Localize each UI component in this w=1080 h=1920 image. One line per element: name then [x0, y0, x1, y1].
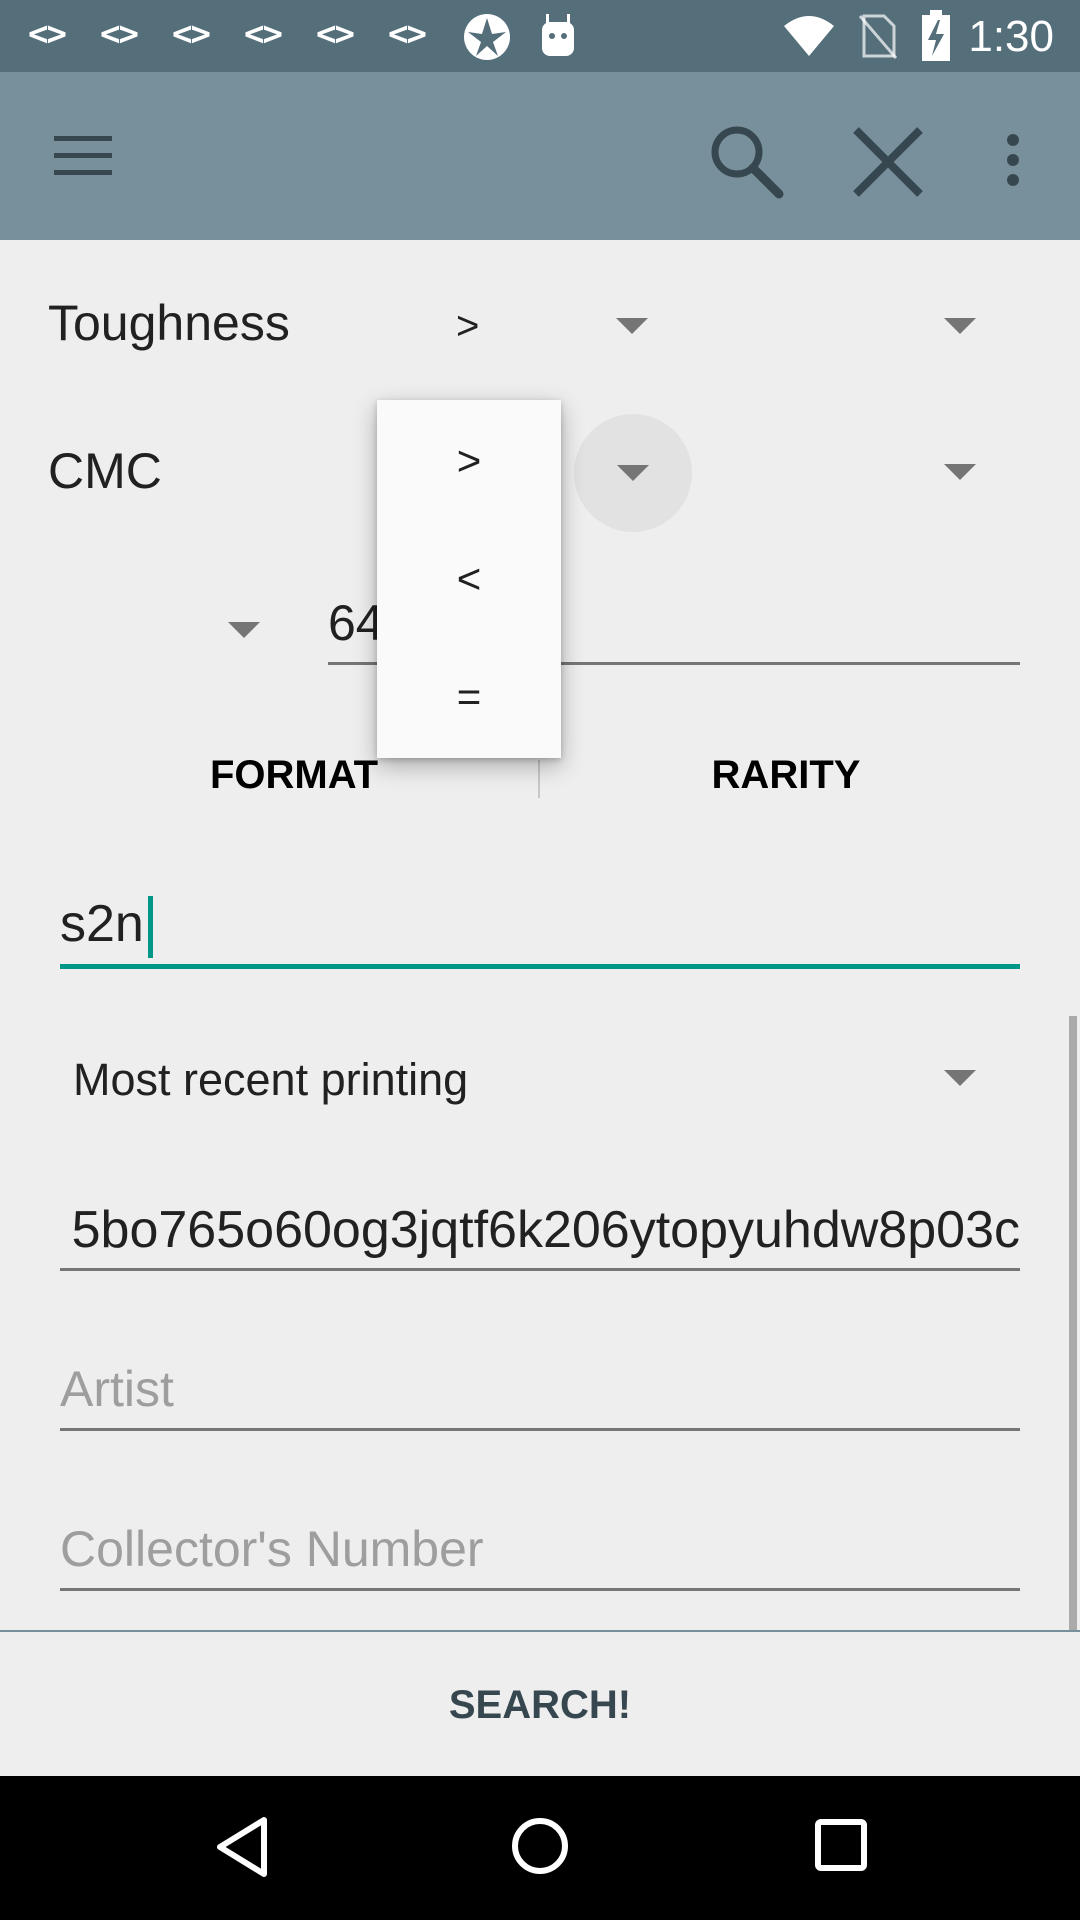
artist-underline: [60, 1428, 1020, 1431]
long-text-underline: [60, 1268, 1020, 1271]
wifi-icon: [784, 16, 834, 56]
app-icon: [464, 14, 510, 60]
chevron-down-icon: [944, 1070, 976, 1086]
long-text-field[interactable]: 5bo765o60og3jqtf6k206ytopyuhdw8p03c: [60, 1194, 1020, 1272]
row3-spinner[interactable]: [200, 604, 300, 660]
toughness-label: Toughness: [48, 295, 290, 351]
hamburger-menu-icon[interactable]: [54, 134, 114, 178]
recents-icon[interactable]: [814, 1818, 868, 1872]
search-icon[interactable]: [705, 120, 785, 200]
printing-spinner[interactable]: Most recent printing: [60, 1046, 1020, 1112]
cmc-operator-spinner[interactable]: [574, 414, 692, 532]
toughness-operator-value: >: [456, 304, 480, 348]
toolbar: [0, 72, 1080, 240]
search-button[interactable]: SEARCH!: [0, 1632, 1080, 1778]
battery-charging-icon: [922, 10, 950, 61]
cmc-value-spinner[interactable]: [900, 446, 1000, 502]
code-icon: <>: [28, 14, 67, 54]
chevron-down-icon: [617, 465, 649, 481]
no-sim-icon: [858, 14, 898, 59]
code-icon: <>: [244, 14, 283, 54]
toughness-operator-spinner[interactable]: >: [440, 300, 648, 356]
scrollbar[interactable]: [1069, 1016, 1077, 1630]
artist-field[interactable]: Artist: [60, 1354, 1020, 1432]
chevron-down-icon: [944, 318, 976, 334]
back-icon[interactable]: [214, 1816, 270, 1878]
tab-rarity[interactable]: RARITY: [552, 740, 1020, 810]
set-code-underline: [60, 964, 1020, 969]
long-text-value: 5bo765o60og3jqtf6k206ytopyuhdw8p03c: [71, 1201, 1020, 1259]
code-icon: <>: [316, 14, 355, 54]
operator-dropdown-popup: > < =: [377, 400, 561, 758]
home-icon[interactable]: [510, 1816, 570, 1876]
chevron-down-icon: [616, 318, 648, 334]
code-icon: <>: [100, 14, 139, 54]
text-cursor: [148, 896, 153, 958]
chevron-down-icon: [228, 622, 260, 638]
collector-number-placeholder: Collector's Number: [60, 1521, 484, 1577]
toughness-value-spinner[interactable]: [900, 300, 1000, 356]
operator-option-greater[interactable]: >: [377, 402, 561, 520]
set-code-field[interactable]: s2n: [60, 886, 1020, 972]
artist-placeholder: Artist: [60, 1361, 174, 1417]
chevron-down-icon: [944, 464, 976, 480]
operator-option-equal[interactable]: =: [377, 638, 561, 756]
more-vert-icon[interactable]: [1003, 132, 1023, 188]
code-icon: <>: [172, 14, 211, 54]
navigation-bar: [0, 1776, 1080, 1920]
code-icon: <>: [388, 14, 427, 54]
row3-text-value: 64: [328, 595, 384, 651]
set-code-value: s2n: [60, 895, 144, 953]
android-icon: [542, 14, 574, 56]
status-bar: <> <> <> <> <> <> 1:30: [0, 0, 1080, 72]
collector-number-underline: [60, 1588, 1020, 1591]
tab-divider: [538, 760, 540, 798]
clock: 1:30: [968, 12, 1054, 61]
printing-selected: Most recent printing: [73, 1054, 469, 1105]
search-bar: SEARCH!: [0, 1630, 1080, 1778]
collector-number-field[interactable]: Collector's Number: [60, 1514, 1020, 1592]
cmc-label: CMC: [48, 443, 162, 499]
close-icon[interactable]: [850, 124, 926, 200]
operator-option-less[interactable]: <: [377, 520, 561, 638]
